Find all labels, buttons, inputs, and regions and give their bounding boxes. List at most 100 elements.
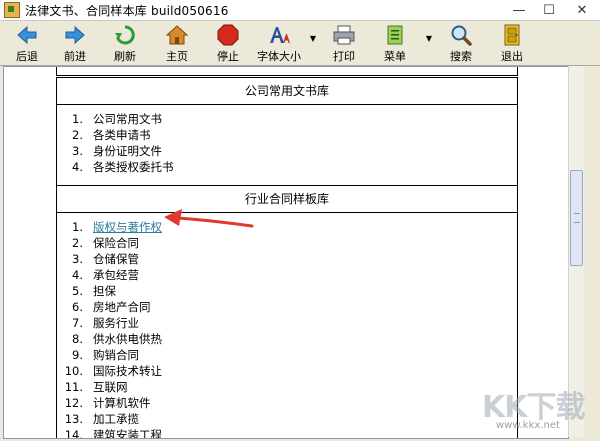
exit-door-icon [500,23,524,47]
watermark: KK下载 www.kkx.net [478,380,598,438]
list-item[interactable]: 2. 各类申请书 [57,127,517,143]
font-size-dropdown-icon[interactable]: ▼ [308,33,318,43]
list-item[interactable]: 6. 房地产合同 [57,299,517,315]
forward-button[interactable]: 前进 [55,23,95,63]
list-item-number: 12. [64,396,83,410]
window-controls: — ☐ ✕ [504,0,600,20]
search-button[interactable]: 搜索 [441,23,481,63]
stop-icon [216,23,240,47]
menu-dropdown-icon[interactable]: ▼ [424,33,434,43]
list-item-number: 4. [72,268,83,282]
refresh-button[interactable]: 刷新 [105,23,145,63]
list-item-label[interactable]: 购销合同 [93,347,139,363]
list-item[interactable]: 9. 购销合同 [57,347,517,363]
window-title: 法律文书、合同样本库 build050616 [25,3,229,18]
list-item-number: 6. [72,300,83,314]
list-item-number: 11. [64,380,83,394]
list-item[interactable]: 1. 版权与著作权 [57,219,517,235]
search-label: 搜索 [450,50,472,63]
list-item[interactable]: 3. 仓储保管 [57,251,517,267]
list-item-number: 5. [72,284,83,298]
menu-button[interactable]: 菜单 [375,23,415,63]
industry-list: 1. 版权与著作权 2. 保险合同 3. 仓储保管 4. 承包经营 5. 担保 6. 房地产合同 7. 服… [57,213,517,439]
industry-contracts-section: 行业合同样板库 1. 版权与著作权 2. 保险合同 3. 仓储保管 4. 承包经营 5. 担保 6.… [56,185,518,439]
list-item-number: 1. [72,220,83,234]
list-item[interactable]: 3. 身份证明文件 [57,143,517,159]
list-item-label[interactable]: 互联网 [93,379,128,395]
list-item[interactable]: 11. 互联网 [57,379,517,395]
list-item-label[interactable]: 仓储保管 [93,251,139,267]
list-item-link[interactable]: 版权与著作权 [93,219,162,235]
list-item-label[interactable]: 计算机软件 [93,395,151,411]
print-button[interactable]: 打印 [324,23,364,63]
list-item[interactable]: 14. 建筑安装工程 [57,427,517,439]
close-button[interactable]: ✕ [564,0,600,20]
title-bar: 法律文书、合同样本库 build050616 — ☐ ✕ [0,0,600,21]
list-item-number: 4. [72,160,83,174]
list-item-label[interactable]: 承包经营 [93,267,139,283]
list-item-number: 9. [72,348,83,362]
search-icon [449,23,473,47]
minimize-button[interactable]: — [504,0,534,20]
menu-icon [383,23,407,47]
list-item[interactable]: 5. 担保 [57,283,517,299]
forward-label: 前进 [64,50,86,63]
list-item[interactable]: 8. 供水供电供热 [57,331,517,347]
list-item[interactable]: 13. 加工承揽 [57,411,517,427]
list-item-label[interactable]: 加工承揽 [93,411,139,427]
list-item[interactable]: 2. 保险合同 [57,235,517,251]
list-item-number: 3. [72,144,83,158]
exit-button[interactable]: 退出 [492,23,532,63]
home-button[interactable]: 主页 [157,23,197,63]
watermark-url: www.kkx.net [496,420,560,431]
font-size-icon [267,23,291,47]
company-list: 1. 公司常用文书 2. 各类申请书 3. 身份证明文件 4. 各类授权委托书 [57,105,517,195]
list-item[interactable]: 10. 国际技术转让 [57,363,517,379]
list-item-number: 1. [72,112,83,126]
list-item-label[interactable]: 保险合同 [93,235,139,251]
back-button[interactable]: 后退 [7,23,47,63]
list-item-label[interactable]: 各类申请书 [93,127,151,143]
list-item-label[interactable]: 供水供电供热 [93,331,162,347]
list-item-label[interactable]: 服务行业 [93,315,139,331]
list-item[interactable]: 7. 服务行业 [57,315,517,331]
home-icon [165,23,189,47]
list-item-number: 13. [64,412,83,426]
previous-section-box [56,67,518,76]
list-item-label[interactable]: 建筑安装工程 [93,427,162,438]
list-item[interactable]: 4. 各类授权委托书 [57,159,517,175]
refresh-label: 刷新 [114,50,136,63]
list-item-label[interactable]: 房地产合同 [93,299,151,315]
list-item-label[interactable]: 身份证明文件 [93,143,162,159]
menu-label: 菜单 [384,50,406,63]
list-item-label[interactable]: 各类授权委托书 [93,159,174,175]
font-size-button[interactable]: 字体大小 [256,23,302,63]
list-item[interactable]: 1. 公司常用文书 [57,111,517,127]
font-size-label: 字体大小 [257,50,301,63]
list-item[interactable]: 4. 承包经营 [57,267,517,283]
list-item-label[interactable]: 国际技术转让 [93,363,162,379]
scrollbar-grip-icon [574,213,580,223]
list-item-number: 10. [64,364,83,378]
stop-button[interactable]: 停止 [208,23,248,63]
back-label: 后退 [16,50,38,63]
refresh-icon [113,23,137,47]
toolbar: 后退 前进 刷新 主页 停止 字体大小 ▼ 打印 菜单 ▼ 搜索 退出 [0,21,600,66]
list-item-label[interactable]: 公司常用文书 [93,111,162,127]
forward-arrow-icon [63,23,87,47]
printer-icon [332,23,356,47]
list-item-number: 8. [72,332,83,346]
home-label: 主页 [166,50,188,63]
list-item-number: 14. [64,428,83,439]
exit-label: 退出 [501,50,523,63]
stop-label: 停止 [217,50,239,63]
print-label: 打印 [333,50,355,63]
list-item-label[interactable]: 担保 [93,283,116,299]
list-item-number: 7. [72,316,83,330]
list-item[interactable]: 12. 计算机软件 [57,395,517,411]
list-item-number: 2. [72,128,83,142]
app-icon [4,2,20,18]
scrollbar-thumb[interactable] [570,170,583,266]
company-documents-section: 公司常用文书库 1. 公司常用文书 2. 各类申请书 3. 身份证明文件 4. 各类授权委托书 [56,77,518,196]
maximize-button[interactable]: ☐ [534,0,564,20]
